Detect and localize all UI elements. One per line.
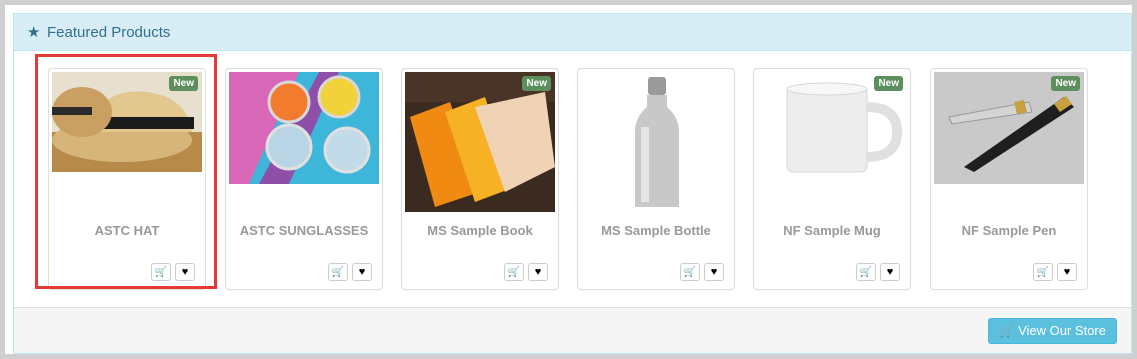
add-to-cart-button[interactable]: 🛒 (151, 263, 171, 281)
heart-icon: ♥ (1063, 266, 1071, 278)
add-to-cart-button[interactable]: 🛒 (1033, 263, 1053, 281)
product-card-mug[interactable]: New NF Sample Mug 🛒 ♥ (753, 68, 911, 290)
product-image-book[interactable]: New (405, 72, 555, 212)
heart-icon: ♥ (534, 266, 542, 278)
product-image-hat[interactable]: New (52, 72, 202, 184)
heart-icon: ♥ (886, 266, 894, 278)
panel-title: Featured Products (47, 24, 171, 41)
add-to-cart-button[interactable]: 🛒 (856, 263, 876, 281)
add-to-cart-button[interactable]: 🛒 (680, 263, 700, 281)
view-our-store-button[interactable]: 🛒 View Our Store (988, 318, 1117, 344)
product-name[interactable]: ASTC HAT (49, 223, 205, 238)
product-card-bottle[interactable]: MS Sample Bottle 🛒 ♥ (577, 68, 735, 290)
wishlist-button[interactable]: ♥ (1057, 263, 1077, 281)
panel-heading: ★ Featured Products (14, 14, 1131, 51)
cart-icon: 🛒 (154, 266, 168, 278)
product-card-book[interactable]: New MS Sample Book 🛒 ♥ (401, 68, 559, 290)
cart-icon: 🛒 (331, 266, 345, 278)
product-image-bottle[interactable] (581, 72, 731, 212)
store-button-label: View Our Store (1018, 323, 1106, 338)
new-badge: New (874, 76, 903, 91)
wishlist-button[interactable]: ♥ (175, 263, 195, 281)
product-card-sunglasses[interactable]: ASTC SUNGLASSES 🛒 ♥ (225, 68, 383, 290)
product-image-mug[interactable]: New (757, 72, 907, 184)
heart-icon: ♥ (358, 266, 366, 278)
new-badge: New (169, 76, 198, 91)
star-icon: ★ (27, 24, 41, 41)
add-to-cart-button[interactable]: 🛒 (504, 263, 524, 281)
cart-icon: 🛒 (999, 324, 1015, 338)
wishlist-button[interactable]: ♥ (352, 263, 372, 281)
heart-icon: ♥ (710, 266, 718, 278)
wishlist-button[interactable]: ♥ (528, 263, 548, 281)
cart-icon: 🛒 (859, 266, 873, 278)
product-name[interactable]: NF Sample Pen (931, 223, 1087, 238)
window-frame: ★ Featured Products New ASTC HAT 🛒 ♥ AST… (5, 5, 1132, 354)
product-card-hat[interactable]: New ASTC HAT 🛒 ♥ (48, 68, 206, 290)
product-name[interactable]: MS Sample Bottle (578, 223, 734, 238)
cart-icon: 🛒 (1036, 266, 1050, 278)
product-name[interactable]: NF Sample Mug (754, 223, 910, 238)
cart-icon: 🛒 (683, 266, 697, 278)
panel-footer: 🛒 View Our Store (14, 307, 1131, 353)
new-badge: New (522, 76, 551, 91)
cart-icon: 🛒 (507, 266, 521, 278)
wishlist-button[interactable]: ♥ (880, 263, 900, 281)
wishlist-button[interactable]: ♥ (704, 263, 724, 281)
new-badge: New (1051, 76, 1080, 91)
featured-products-panel: ★ Featured Products New ASTC HAT 🛒 ♥ AST… (13, 13, 1132, 354)
product-card-pen[interactable]: New NF Sample Pen 🛒 ♥ (930, 68, 1088, 290)
heart-icon: ♥ (181, 266, 189, 278)
product-name[interactable]: ASTC SUNGLASSES (226, 223, 382, 238)
product-name[interactable]: MS Sample Book (402, 223, 558, 238)
add-to-cart-button[interactable]: 🛒 (328, 263, 348, 281)
product-image-pen[interactable]: New (934, 72, 1084, 184)
product-image-sunglasses[interactable] (229, 72, 379, 184)
